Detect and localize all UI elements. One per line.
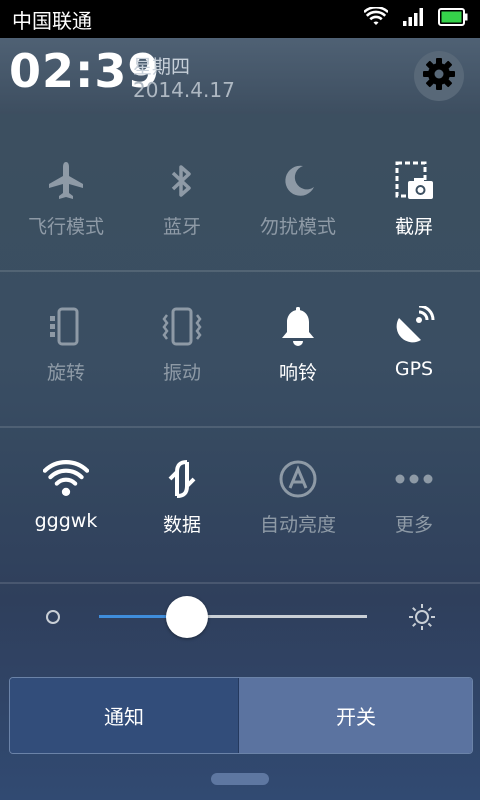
status-icons (363, 5, 468, 31)
airplane-icon (43, 158, 89, 204)
panel-tabs: 通知 开关 (9, 677, 473, 754)
brightness-slider-thumb[interactable] (166, 596, 209, 638)
toggle-gps[interactable]: GPS (356, 266, 472, 416)
divider (0, 582, 480, 584)
brightness-low-icon (45, 609, 61, 629)
toggle-bluetooth[interactable]: 蓝牙 (124, 120, 240, 270)
toggle-label: GPS (394, 358, 434, 380)
toggle-rotate[interactable]: 旋转 (8, 266, 124, 416)
carrier-name: 中国联通 (12, 8, 92, 33)
toggle-label: 响铃 (278, 362, 317, 384)
toggle-screenshot[interactable]: 截屏 (356, 120, 472, 270)
tab-toggles[interactable]: 开关 (239, 678, 472, 753)
toggle-row-3: gggwk 数据 自动亮度 更多 (0, 418, 480, 568)
toggle-wifi[interactable]: gggwk (8, 418, 124, 568)
toggle-label: 飞行模式 (27, 216, 104, 238)
gps-icon (391, 304, 437, 350)
toggle-do-not-disturb[interactable]: 勿扰模式 (240, 120, 356, 270)
toggle-label: 蓝牙 (162, 216, 201, 238)
screenshot-icon (391, 158, 437, 204)
bluetooth-icon (159, 158, 205, 204)
data-sync-icon (159, 456, 205, 502)
row-spacer (0, 120, 8, 270)
settings-button[interactable] (414, 51, 464, 101)
toggle-label: gggwk (34, 510, 98, 532)
tab-notifications[interactable]: 通知 (10, 678, 239, 753)
toggle-ringer[interactable]: 响铃 (240, 266, 356, 416)
drag-handle[interactable] (211, 773, 269, 785)
auto-brightness-icon (275, 456, 321, 502)
battery-icon (438, 8, 468, 30)
row-spacer (0, 266, 8, 416)
brightness-high-icon (407, 602, 437, 636)
toggle-auto-brightness[interactable]: 自动亮度 (240, 418, 356, 568)
wifi-icon (43, 456, 89, 502)
toggle-label: 旋转 (46, 362, 85, 384)
status-bar: 中国联通 (0, 0, 480, 38)
toggle-more[interactable]: 更多 (356, 418, 472, 568)
vibrate-icon (159, 304, 205, 350)
toggle-label: 振动 (162, 362, 201, 384)
toggle-label: 更多 (394, 514, 433, 536)
toggle-label: 截屏 (394, 216, 433, 238)
toggle-airplane-mode[interactable]: 飞行模式 (8, 120, 124, 270)
wifi-icon (363, 5, 389, 31)
brightness-control (0, 585, 480, 671)
notification-header: 02:39 星期四 2014.4.17 (0, 38, 480, 114)
signal-icon (402, 7, 424, 31)
toggle-label: 勿扰模式 (259, 216, 336, 238)
toggle-row-2: 旋转 振动 响铃 GPS (0, 266, 480, 416)
toggle-label: 数据 (162, 514, 201, 536)
date: 2014.4.17 (133, 78, 235, 102)
moon-icon (275, 158, 321, 204)
row-spacer (0, 418, 8, 568)
bell-icon (275, 304, 321, 350)
rotate-icon (43, 304, 89, 350)
weekday: 星期四 (133, 56, 191, 78)
toggle-row-1: 飞行模式 蓝牙 勿扰模式 截屏 (0, 120, 480, 270)
toggle-label: 自动亮度 (259, 514, 336, 536)
toggle-mobile-data[interactable]: 数据 (124, 418, 240, 568)
more-icon (391, 456, 437, 502)
toggle-vibrate[interactable]: 振动 (124, 266, 240, 416)
gear-icon (422, 57, 456, 95)
